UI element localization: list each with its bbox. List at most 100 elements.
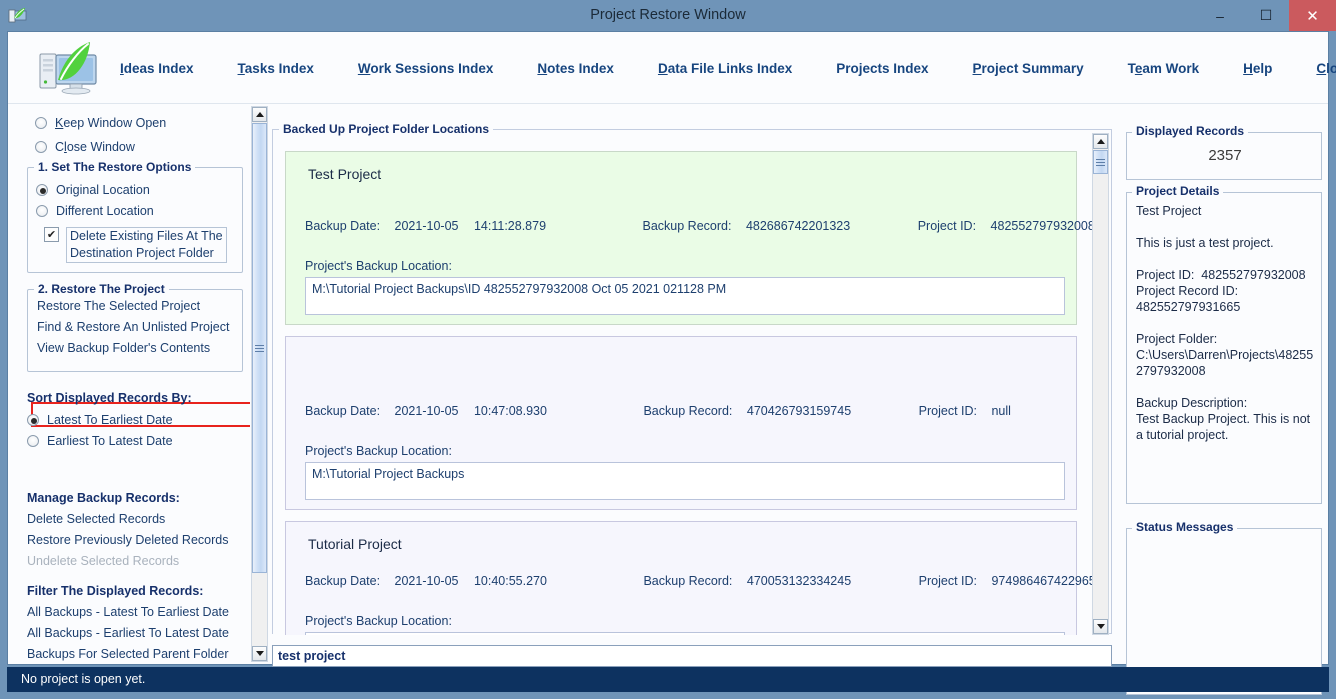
backup-location-value[interactable]: M:\Tutorial Project Backups\ID 974986467… bbox=[305, 632, 1065, 635]
project-id-label: Project ID: bbox=[917, 219, 977, 233]
records-scrollbar-thumb[interactable] bbox=[1093, 150, 1108, 174]
filter-all-backups-latest-to-earliest[interactable]: All Backups - Latest To Earliest Date bbox=[27, 602, 238, 623]
checkbox-indicator: ✔ bbox=[44, 227, 59, 242]
project-id-label: Project ID: bbox=[918, 574, 977, 588]
backup-record-value: 470053132334245 bbox=[746, 574, 852, 588]
checkbox-delete-existing-files[interactable]: ✔ Delete Existing Files At The Destinati… bbox=[44, 227, 242, 263]
radio-label: Original Location bbox=[56, 182, 150, 197]
radio-label: Earliest To Latest Date bbox=[47, 433, 173, 448]
radio-latest-to-earliest[interactable]: Latest To Earliest Date bbox=[27, 409, 192, 430]
radio-indicator bbox=[27, 434, 39, 447]
backup-location-label: Project's Backup Location: bbox=[305, 259, 452, 273]
sidebar-scrollbar-thumb[interactable] bbox=[252, 123, 267, 573]
filter-backups-selected-parent-folder[interactable]: Backups For Selected Parent Folder bbox=[27, 644, 238, 662]
project-id-value: 482552797932008 bbox=[990, 219, 1093, 233]
backup-date-value: 2021-10-05 bbox=[394, 404, 459, 418]
menu-item-close-program[interactable]: Close Program bbox=[1316, 61, 1336, 76]
checkbox-label-line2: Destination Project Folder bbox=[70, 246, 214, 260]
close-icon[interactable]: ✕ bbox=[1289, 0, 1336, 31]
scroll-up-icon[interactable] bbox=[252, 107, 267, 122]
checkbox-label: Delete Existing Files At The Destination… bbox=[66, 227, 227, 263]
scroll-down-icon[interactable] bbox=[252, 646, 267, 661]
maximize-icon[interactable]: ☐ bbox=[1243, 0, 1289, 31]
record-meta-row: Backup Date: 2021-10-05 14:11:28.879 Bac… bbox=[305, 219, 1093, 233]
group-legend: 2. Restore The Project bbox=[38, 282, 165, 296]
action-restore-selected-project[interactable]: Restore The Selected Project bbox=[37, 296, 242, 317]
main-menu: Ideas Index Tasks Index Work Sessions In… bbox=[120, 32, 1336, 104]
record-card[interactable]: Backup Date: 2021-10-05 10:47:08.930 Bac… bbox=[285, 336, 1077, 510]
records-scrollbar[interactable] bbox=[1092, 133, 1109, 635]
header-bar: Ideas Index Tasks Index Work Sessions In… bbox=[8, 32, 1336, 104]
backup-time-value: 14:11:28.879 bbox=[473, 219, 547, 233]
radio-indicator bbox=[36, 204, 48, 217]
backup-date-value: 2021-10-05 bbox=[394, 574, 459, 588]
backup-time-value: 10:47:08.930 bbox=[473, 404, 547, 418]
group-restore-options: 1. Set The Restore Options Original Loca… bbox=[27, 160, 243, 273]
backup-record-label: Backup Record: bbox=[643, 574, 733, 588]
radio-indicator bbox=[36, 183, 48, 196]
filter-all-backups-earliest-to-latest[interactable]: All Backups - Earliest To Latest Date bbox=[27, 623, 238, 644]
radio-keep-window-open[interactable]: Keep Window Open bbox=[35, 112, 166, 133]
right-panel: 2357 Displayed Records Test Project This… bbox=[1126, 124, 1326, 695]
radio-different-location[interactable]: Different Location bbox=[36, 200, 242, 221]
menu-item-work-sessions-index[interactable]: Work Sessions Index bbox=[358, 61, 494, 76]
status-bar: No project is open yet. bbox=[7, 667, 1329, 692]
section-filter: Filter The Displayed Records: All Backup… bbox=[27, 580, 238, 662]
backup-date-label: Backup Date: bbox=[305, 404, 381, 418]
menu-item-tasks-index[interactable]: Tasks Index bbox=[238, 61, 314, 76]
backup-record-label: Backup Record: bbox=[643, 404, 733, 418]
section-manage: Manage Backup Records: Delete Selected R… bbox=[27, 487, 228, 572]
radio-earliest-to-latest[interactable]: Earliest To Latest Date bbox=[27, 430, 192, 451]
action-find-restore-unlisted-project[interactable]: Find & Restore An Unlisted Project bbox=[37, 317, 242, 338]
menu-item-data-file-links-index[interactable]: Data File Links Index bbox=[658, 61, 792, 76]
displayed-records-legend: Displayed Records bbox=[1132, 124, 1249, 138]
scroll-up-icon[interactable] bbox=[1093, 134, 1108, 149]
grip-icon bbox=[255, 344, 264, 352]
window-title: Project Restore Window bbox=[590, 7, 746, 23]
radio-label: Latest To Earliest Date bbox=[47, 412, 173, 427]
action-restore-previously-deleted-records[interactable]: Restore Previously Deleted Records bbox=[27, 530, 228, 551]
backup-date-label: Backup Date: bbox=[305, 574, 381, 588]
backup-location-value[interactable]: M:\Tutorial Project Backups bbox=[305, 462, 1065, 500]
record-card[interactable]: Tutorial Project Backup Date: 2021-10-05… bbox=[285, 521, 1093, 635]
menu-item-notes-index[interactable]: Notes Index bbox=[537, 61, 614, 76]
project-id-value: 974986467422965 bbox=[991, 574, 1093, 588]
menu-item-team-work[interactable]: Team Work bbox=[1128, 61, 1200, 76]
project-details-legend: Project Details bbox=[1132, 184, 1224, 198]
action-view-backup-folder-contents[interactable]: View Backup Folder's Contents bbox=[37, 338, 242, 359]
project-details-text: Test Project This is just a test project… bbox=[1136, 204, 1314, 442]
record-meta-row: Backup Date: 2021-10-05 10:40:55.270 Bac… bbox=[305, 574, 1093, 588]
record-meta-row: Backup Date: 2021-10-05 10:47:08.930 Bac… bbox=[305, 404, 1011, 418]
radio-label: Different Location bbox=[56, 203, 154, 218]
records-list[interactable]: Test Project Backup Date: 2021-10-05 14:… bbox=[273, 133, 1093, 635]
status-bar-text: No project is open yet. bbox=[21, 672, 146, 686]
menu-item-help[interactable]: Help bbox=[1243, 61, 1272, 76]
radio-original-location[interactable]: Original Location bbox=[36, 179, 242, 200]
record-card[interactable]: Test Project Backup Date: 2021-10-05 14:… bbox=[285, 151, 1093, 325]
main-panel: Backed Up Project Folder Locations Test … bbox=[272, 122, 1112, 644]
sort-heading: Sort Displayed Records By: bbox=[27, 391, 192, 405]
menu-item-projects-index[interactable]: Projects Index bbox=[836, 61, 928, 76]
scroll-down-icon[interactable] bbox=[1093, 619, 1108, 634]
menu-item-ideas-index[interactable]: Ideas Index bbox=[120, 61, 194, 76]
group-restore-project: 2. Restore The Project Restore The Selec… bbox=[27, 282, 243, 372]
app-window: Project Restore Window – ☐ ✕ Ideas Index… bbox=[0, 0, 1336, 699]
action-undelete-selected-records: Undelete Selected Records bbox=[27, 554, 180, 568]
backup-location-value[interactable]: M:\Tutorial Project Backups\ID 482552797… bbox=[305, 277, 1065, 315]
filter-heading: Filter The Displayed Records: bbox=[27, 584, 204, 598]
radio-close-window[interactable]: Close Window bbox=[35, 136, 135, 157]
record-title: Test Project bbox=[308, 166, 382, 182]
radio-label: Keep Window Open bbox=[55, 115, 167, 130]
sidebar-scrollbar[interactable] bbox=[251, 106, 268, 662]
radio-indicator bbox=[27, 413, 39, 426]
group-displayed-records: 2357 bbox=[1126, 132, 1322, 180]
records-legend: Backed Up Project Folder Locations bbox=[279, 122, 494, 136]
client-area: Ideas Index Tasks Index Work Sessions In… bbox=[7, 31, 1336, 695]
action-delete-selected-records[interactable]: Delete Selected Records bbox=[27, 509, 228, 530]
radio-indicator bbox=[35, 140, 47, 153]
minimize-icon[interactable]: – bbox=[1197, 0, 1243, 31]
search-input[interactable] bbox=[272, 645, 1112, 667]
backup-location-label: Project's Backup Location: bbox=[305, 614, 452, 628]
menu-item-project-summary[interactable]: Project Summary bbox=[973, 61, 1084, 76]
group-project-details: Test Project This is just a test project… bbox=[1126, 192, 1322, 504]
